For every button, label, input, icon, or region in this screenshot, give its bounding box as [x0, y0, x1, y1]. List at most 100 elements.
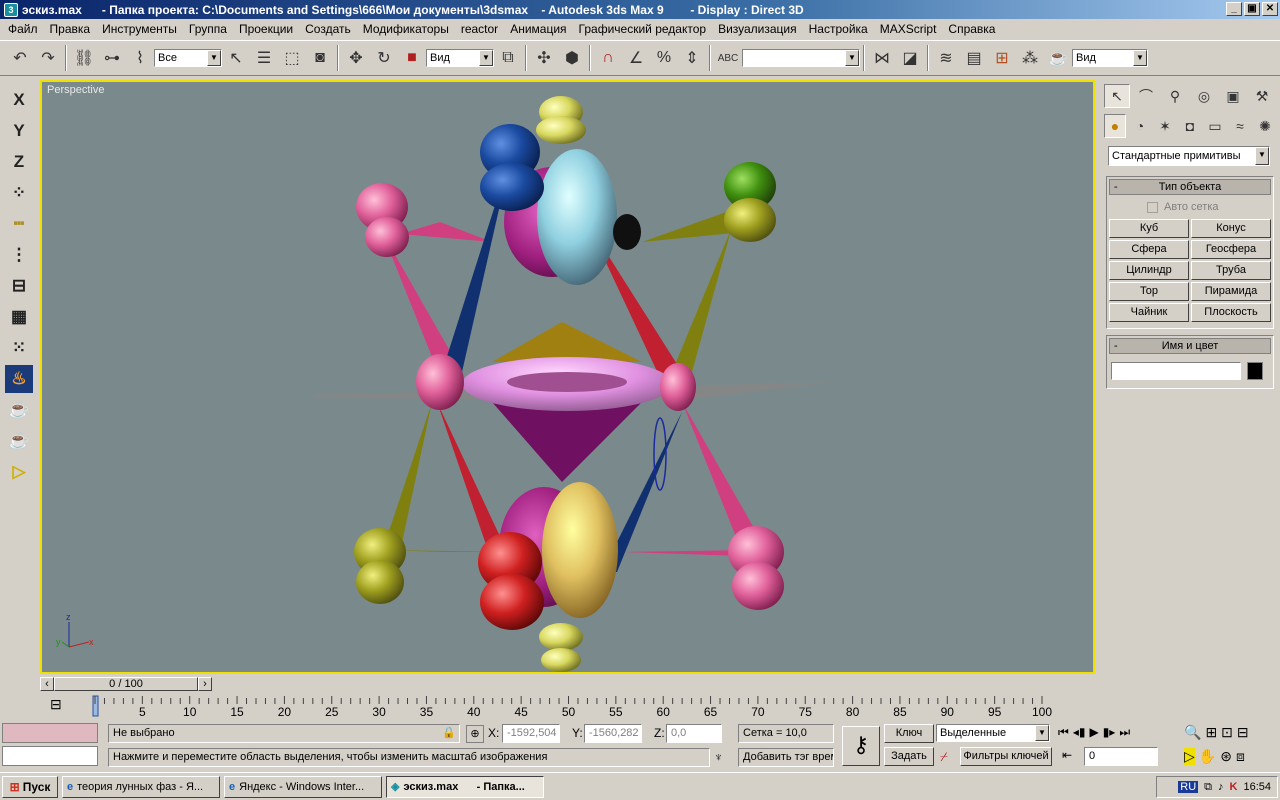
name-color-header[interactable]: - Имя и цвет: [1109, 338, 1271, 354]
close-button[interactable]: ✕: [1262, 2, 1278, 16]
material-editor-icon[interactable]: ⁂: [1016, 44, 1044, 72]
edit-named-selection-icon[interactable]: ABC: [714, 44, 742, 72]
systems-icon[interactable]: ✺: [1254, 114, 1276, 138]
motion-tab-icon[interactable]: ◎: [1191, 84, 1217, 108]
select-object-icon[interactable]: ↖: [222, 44, 250, 72]
box-button[interactable]: Куб: [1109, 219, 1189, 238]
maximize-button[interactable]: ▣: [1244, 2, 1260, 16]
goto-end-icon[interactable]: ⏭: [1119, 725, 1130, 740]
key-filter-curve-icon[interactable]: ⌿: [940, 749, 948, 765]
taskbar-item-moon-phases[interactable]: e теория лунных фаз - Я...: [62, 775, 220, 798]
menu-tools[interactable]: Инструменты: [96, 22, 183, 36]
unlink-icon[interactable]: ⊶: [98, 44, 126, 72]
spheres-icon[interactable]: ⁙: [5, 334, 33, 362]
menu-modifiers[interactable]: Модификаторы: [357, 22, 455, 36]
prev-key-icon[interactable]: ◂▮: [1073, 725, 1086, 740]
set-key-button[interactable]: Задать: [884, 747, 934, 766]
rect-selection-icon[interactable]: ⬚: [278, 44, 306, 72]
display-tab-icon[interactable]: ▣: [1220, 84, 1246, 108]
tube-button[interactable]: Труба: [1191, 261, 1271, 280]
menu-file[interactable]: Файл: [2, 22, 44, 36]
render-view-dropdown[interactable]: Вид ▼: [1072, 49, 1148, 67]
utilities-tab-icon[interactable]: ⚒: [1249, 84, 1275, 108]
next-frame-arrow-icon[interactable]: ›: [198, 677, 212, 691]
spacewarps-icon[interactable]: ≈: [1229, 114, 1251, 138]
manipulate-icon[interactable]: ✣: [530, 44, 558, 72]
menu-graph-editors[interactable]: Графический редактор: [573, 22, 713, 36]
fire-icon[interactable]: ♨: [5, 365, 33, 393]
named-selection-dropdown[interactable]: ▼: [742, 49, 860, 67]
menu-group[interactable]: Группа: [183, 22, 233, 36]
create-tab-icon[interactable]: ↖: [1104, 84, 1130, 108]
autogrid-checkbox[interactable]: Авто сетка: [1107, 197, 1273, 217]
object-color-swatch[interactable]: [1247, 362, 1263, 380]
play-icon[interactable]: ▶: [1089, 725, 1098, 740]
scale-icon[interactable]: ■: [398, 44, 426, 72]
time-tag-icon[interactable]: ♆: [714, 750, 723, 764]
schematic-view-icon[interactable]: ⊞: [988, 44, 1016, 72]
plane-button[interactable]: Плоскость: [1191, 303, 1271, 322]
menu-animation[interactable]: Анимация: [504, 22, 572, 36]
ref-coord-dropdown[interactable]: Вид ▼: [426, 49, 494, 67]
rotate-icon[interactable]: ↻: [370, 44, 398, 72]
zoom-icon[interactable]: 🔍: [1184, 724, 1201, 741]
snap-toggle-icon[interactable]: ∩: [594, 44, 622, 72]
lang-indicator[interactable]: RU: [1178, 781, 1199, 793]
network-icon[interactable]: ⧉: [1204, 781, 1212, 794]
menu-reactor[interactable]: reactor: [455, 22, 504, 36]
field-of-view-icon[interactable]: ▷: [1184, 748, 1195, 765]
antivirus-icon[interactable]: K: [1230, 781, 1238, 793]
zoom-extents-all-icon[interactable]: ⊟: [1237, 724, 1249, 741]
play-preview-icon[interactable]: ▷: [5, 458, 33, 486]
zoom-all-icon[interactable]: ⊞: [1205, 724, 1217, 741]
taskbar-item-3dsmax[interactable]: ◈ эскиз.max - Папка...: [386, 775, 544, 798]
cone-button[interactable]: Конус: [1191, 219, 1271, 238]
percent-snap-icon[interactable]: %: [650, 44, 678, 72]
auto-key-button[interactable]: Ключ: [884, 724, 934, 743]
abs-rel-toggle-icon[interactable]: ⊕: [466, 725, 484, 743]
spinner-snap-icon[interactable]: ⇕: [678, 44, 706, 72]
redo-icon[interactable]: ↷: [34, 44, 62, 72]
modify-tab-icon[interactable]: ⌒: [1133, 84, 1159, 108]
x-coord-field[interactable]: -1592,504: [502, 724, 560, 743]
angle-snap-icon[interactable]: ∠: [622, 44, 650, 72]
next-key-icon[interactable]: ▮▸: [1103, 725, 1116, 740]
constrain-x-icon[interactable]: X: [5, 86, 33, 114]
rigid-collection-icon[interactable]: ⊟: [5, 272, 33, 300]
key-mode-toggle-icon[interactable]: ⇤: [1062, 748, 1072, 762]
key-filters-button[interactable]: Фильтры ключей: [960, 747, 1052, 766]
add-time-tag[interactable]: Добавить тэг врем: [738, 748, 834, 767]
pan-icon[interactable]: ✋: [1199, 748, 1216, 765]
min-max-toggle-icon[interactable]: ⧈: [1236, 748, 1245, 765]
cylinder-button[interactable]: Цилиндр: [1109, 261, 1189, 280]
key-mode-dropdown[interactable]: Выделенные ▼: [936, 724, 1050, 742]
cloth-icon[interactable]: ▦: [5, 303, 33, 331]
link-icon[interactable]: ⛓: [70, 44, 98, 72]
curve-editor-icon[interactable]: ▤: [960, 44, 988, 72]
window-crossing-icon[interactable]: ◙: [306, 44, 334, 72]
category-dropdown[interactable]: Стандартные примитивы ▼: [1108, 146, 1270, 166]
geometry-icon[interactable]: ●: [1104, 114, 1126, 138]
goto-start-icon[interactable]: ⏮: [1058, 725, 1069, 740]
lights-icon[interactable]: ✶: [1154, 114, 1176, 138]
sphere-button[interactable]: Сфера: [1109, 240, 1189, 259]
render-setup-icon[interactable]: ☕: [1044, 44, 1072, 72]
3dsmax-app-icon[interactable]: 3: [4, 2, 18, 17]
volume-icon[interactable]: ♪: [1218, 781, 1224, 793]
torus-button[interactable]: Тор: [1109, 282, 1189, 301]
move-icon[interactable]: ✥: [342, 44, 370, 72]
maxscript-input-mini[interactable]: [2, 746, 98, 766]
menu-help[interactable]: Справка: [942, 22, 1001, 36]
mirror-icon[interactable]: ⋈: [868, 44, 896, 72]
time-slider[interactable]: 0 / 100: [54, 677, 198, 691]
orbit-icon[interactable]: ⊛: [1220, 748, 1232, 765]
menu-maxscript[interactable]: MAXScript: [874, 22, 943, 36]
helpers-icon[interactable]: ▭: [1204, 114, 1226, 138]
lock-icon[interactable]: 🔒: [442, 726, 456, 739]
prev-frame-arrow-icon[interactable]: ‹: [40, 677, 54, 691]
geosphere-button[interactable]: Геосфера: [1191, 240, 1271, 259]
select-by-name-icon[interactable]: ☰: [250, 44, 278, 72]
menu-customize[interactable]: Настройка: [803, 22, 874, 36]
constrain-z-icon[interactable]: Z: [5, 148, 33, 176]
pyramid-button[interactable]: Пирамида: [1191, 282, 1271, 301]
